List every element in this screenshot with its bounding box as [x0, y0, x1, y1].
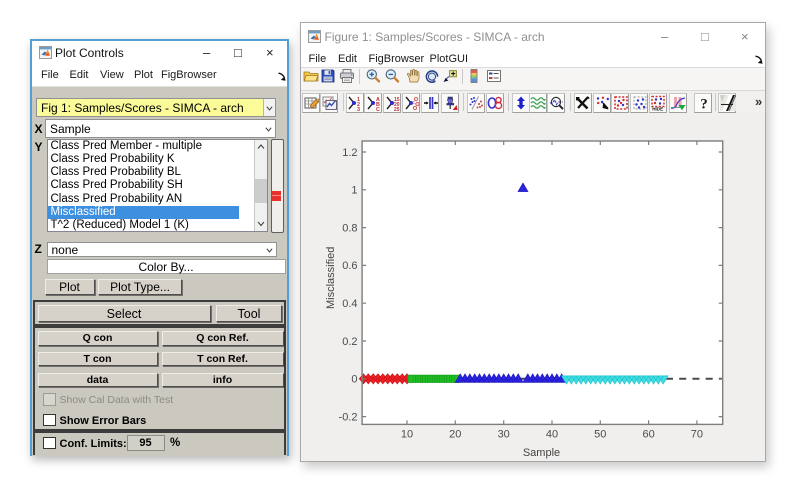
- svg-text:70: 70: [691, 429, 703, 441]
- svg-text:Sample: Sample: [523, 447, 560, 459]
- svg-text:1: 1: [351, 185, 357, 197]
- svg-text:0.8: 0.8: [342, 222, 357, 234]
- svg-text:60: 60: [642, 429, 654, 441]
- svg-text:-0.2: -0.2: [339, 411, 358, 423]
- svg-text:10: 10: [401, 429, 413, 441]
- svg-text:0.4: 0.4: [342, 298, 357, 310]
- svg-text:20: 20: [449, 429, 461, 441]
- svg-text:1.2: 1.2: [342, 147, 357, 159]
- svg-text:25: 25: [394, 107, 400, 111]
- svg-text:30: 30: [498, 429, 510, 441]
- svg-text:3: 3: [357, 107, 360, 111]
- svg-text:Misclassified: Misclassified: [325, 247, 337, 309]
- svg-text:50: 50: [594, 429, 606, 441]
- svg-text:0: 0: [351, 374, 357, 386]
- svg-text:HIDE: HIDE: [652, 106, 663, 110]
- svg-text:?: ?: [700, 96, 708, 111]
- svg-text:C: C: [376, 107, 380, 111]
- svg-text:0.6: 0.6: [342, 260, 357, 272]
- svg-text:0.2: 0.2: [342, 336, 357, 348]
- svg-text:40: 40: [546, 429, 558, 441]
